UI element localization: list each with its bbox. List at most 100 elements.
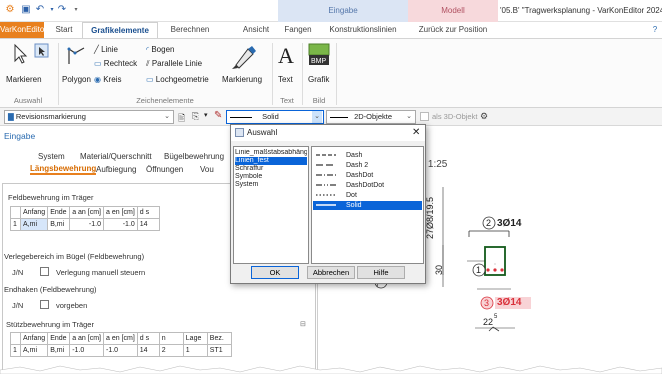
pen-icon[interactable]: ✎ [214, 110, 222, 121]
cell-aan[interactable]: -1.0 [69, 218, 104, 231]
category-list[interactable]: Linie_maßstabsabhängig Linien_fest Schraff… [233, 146, 309, 264]
cell-lage[interactable]: 1 [182, 344, 208, 357]
undo-icon[interactable]: ↶ [34, 4, 46, 16]
lochgeometrie-button[interactable]: ▭ Lochgeometrie [146, 75, 209, 84]
collapse-icon[interactable]: ⊟ [300, 320, 306, 328]
col-bez: Bez. [206, 332, 232, 345]
close-icon[interactable]: ✕ [412, 127, 420, 138]
tab-zurueck[interactable]: Zurück zur Position [410, 22, 496, 38]
tab-fangen[interactable]: Fangen [280, 22, 316, 38]
markierung-label[interactable]: Markierung [222, 75, 262, 84]
cursor-icon [14, 43, 28, 64]
height-dimension-label: 30 [434, 264, 444, 275]
cell-n[interactable]: 2 [158, 344, 184, 357]
nav-vou[interactable]: Vou [200, 165, 214, 174]
cell-aen[interactable]: -1.0 [102, 218, 138, 231]
tab-berechnen[interactable]: Berechnen [164, 22, 216, 38]
text-label[interactable]: Text [278, 75, 293, 84]
layer-properties-icon[interactable]: 🖹 [178, 111, 185, 127]
table-header: Anfang Ende a an [cm] a en [cm] d s n La… [10, 332, 232, 345]
verlegung-checkbox[interactable] [40, 267, 49, 277]
cell-ende[interactable]: B,mi [47, 218, 71, 231]
settings-icon[interactable]: ⚙ [480, 111, 488, 122]
linestyle-list-item[interactable]: Solid [313, 201, 422, 210]
line-pattern-swatch [316, 184, 336, 186]
ok-button[interactable]: OK [251, 266, 299, 279]
category-list-item[interactable]: System [235, 181, 307, 189]
layer-select[interactable]: ▇ Revisionsmarkierung ⌄ [4, 110, 174, 124]
linestyle-list-item[interactable]: DashDotDot [313, 181, 422, 190]
kreis-button[interactable]: ◉ Kreis [94, 75, 121, 84]
linestyle-list[interactable]: Dash Dash 2 DashDot DashDotDot Dot Solid [311, 146, 424, 264]
help-button[interactable]: Hilfe [357, 266, 405, 279]
linestyle-list-item[interactable]: Dash [313, 151, 422, 160]
select-frame-icon [34, 43, 49, 58]
category-list-item[interactable]: Symbole [235, 173, 307, 181]
help-icon[interactable]: ? [650, 22, 660, 38]
col-aan: a an [cm] [69, 332, 104, 345]
tab-ansicht[interactable]: Ansicht [236, 22, 276, 38]
tab-start[interactable]: Start [48, 22, 80, 38]
grafik-icon-button[interactable]: BMP [308, 43, 330, 69]
linestyle-list-label: DashDot [346, 171, 374, 179]
cell-ende[interactable]: B,mi [47, 344, 71, 357]
cell-bez[interactable]: ST1 [206, 344, 232, 357]
cell-anfang[interactable]: A,mi [19, 344, 49, 357]
tab-varkoneditor[interactable]: VarKonEditor [0, 22, 47, 38]
dialog-window-icon [235, 128, 244, 137]
col-ende: Ende [47, 206, 71, 219]
save-icon[interactable]: ▣ [20, 4, 32, 16]
linestyle-list-item[interactable]: DashDot [313, 171, 422, 180]
redo-icon[interactable]: ↷ [56, 4, 68, 16]
verlegung-label: Verlegung manuell steuern [56, 268, 146, 277]
col-ende: Ende [47, 332, 71, 345]
linie-button[interactable]: ╱ Linie [94, 45, 118, 54]
solid-line-swatch [230, 116, 252, 118]
nav-buegelbewehrung[interactable]: Bügelbewehrung [164, 152, 224, 161]
parallele-button[interactable]: ⫽ Parallele Linie [146, 59, 202, 69]
polygon-label[interactable]: Polygon [62, 75, 91, 84]
bogen-button[interactable]: ◜ Bogen [146, 45, 174, 54]
linestyle-list-item[interactable]: Dash 2 [313, 161, 422, 170]
as3d-checkbox[interactable] [420, 112, 429, 122]
objects-select[interactable]: 2D-Objekte ⌄ [326, 110, 416, 124]
tab-grafikelemente[interactable]: Grafikelemente [82, 22, 158, 38]
cell-aen[interactable]: -1.0 [102, 344, 138, 357]
nav-aufbiegung[interactable]: Aufbiegung [96, 165, 136, 174]
linestyle-list-label: Dot [346, 191, 357, 199]
table-header: Anfang Ende a an [cm] a en [cm] d s [10, 206, 160, 219]
cell-aan[interactable]: -1.0 [69, 344, 104, 357]
category-list-item[interactable]: Linien_fest [235, 157, 307, 165]
cell-anfang[interactable]: A,mi [19, 218, 49, 231]
polygon-icon-button[interactable] [66, 45, 88, 69]
markieren-button[interactable] [10, 43, 32, 67]
markierung-icon-button[interactable] [228, 43, 256, 73]
nav-laengsbewehrung[interactable]: Längsbewehrung [30, 164, 97, 175]
dropdown-icon[interactable]: ▾ [204, 111, 208, 119]
nav-material[interactable]: Material/Querschnitt [80, 152, 152, 161]
position-3-label: 3Ø14 [497, 297, 522, 308]
qat-customize-icon[interactable]: ▾ [70, 4, 82, 16]
cell-ds[interactable]: 14 [136, 218, 160, 231]
cancel-button[interactable]: Abbrechen [307, 266, 355, 279]
tab-konstruktionslinien[interactable]: Konstruktionslinien [320, 22, 406, 38]
nav-system[interactable]: System [38, 152, 65, 161]
text-icon[interactable]: A [278, 43, 294, 69]
dialog-title: Auswahl [231, 125, 425, 141]
grafik-label[interactable]: Grafik [308, 75, 329, 84]
category-list-item[interactable]: Schraffur [235, 165, 307, 173]
rechteck-button[interactable]: ▭ Rechteck [94, 59, 137, 68]
endhaken-checkbox[interactable] [40, 300, 49, 310]
parallele-label: Parallele Linie [151, 59, 203, 68]
cell-ds[interactable]: 14 [136, 344, 160, 357]
linestyle-select[interactable]: Solid ⌄ [226, 110, 324, 124]
select-frame-button[interactable] [34, 43, 50, 61]
copy-icon[interactable]: ⎘ [192, 111, 199, 122]
category-list-item[interactable]: Linie_maßstabsabhängig [235, 149, 307, 157]
nav-oeffnungen[interactable]: Öffnungen [146, 165, 183, 174]
stirrup-dimension-label: 27Ø8/19.5 [425, 196, 435, 239]
linie-label: Linie [101, 45, 118, 54]
ribbon-tabs: VarKonEditor Start Grafikelemente Berech… [0, 22, 662, 38]
group-label-auswahl: Auswahl [13, 96, 43, 105]
linestyle-list-item[interactable]: Dot [313, 191, 422, 200]
